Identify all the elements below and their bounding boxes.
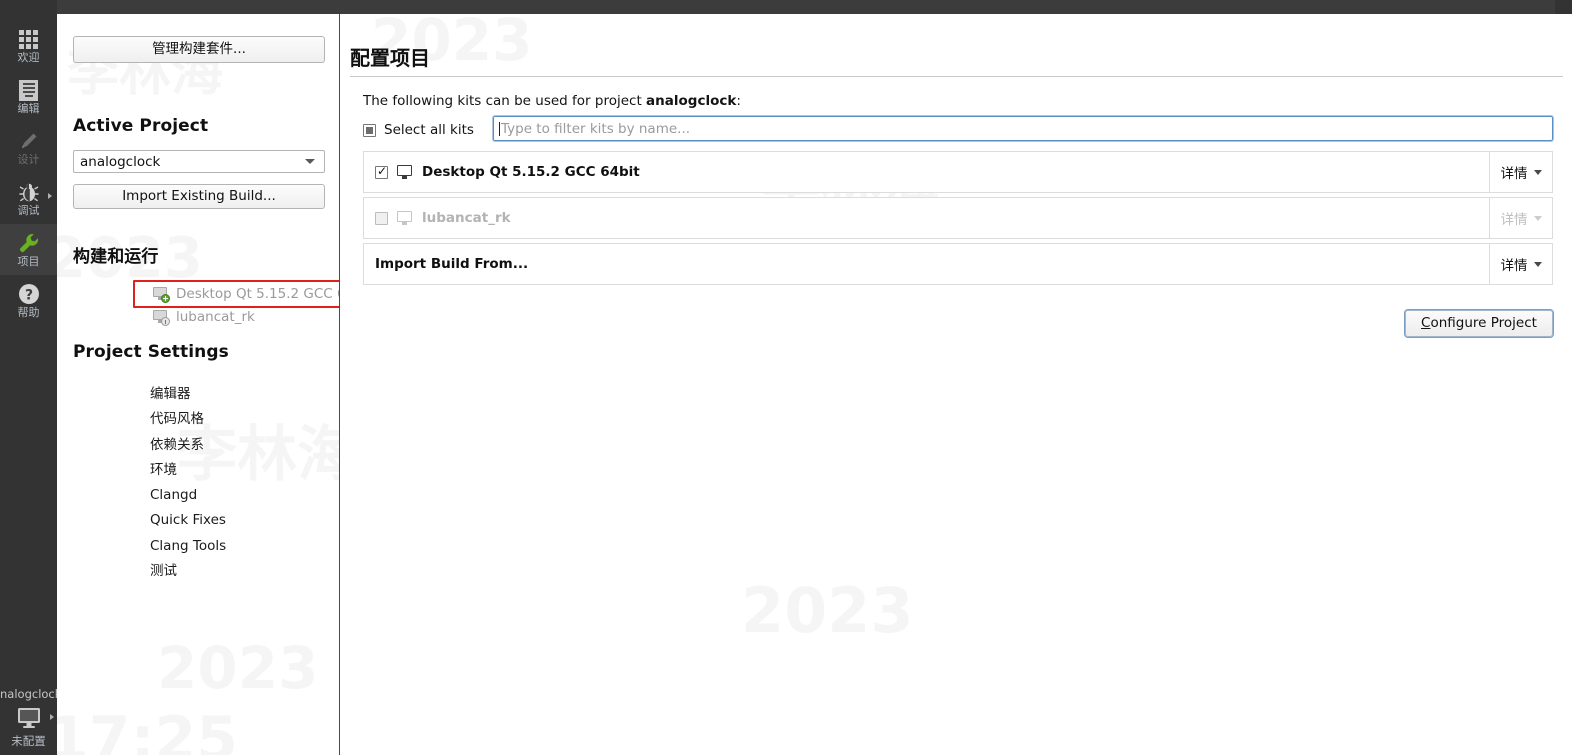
pencil-icon bbox=[18, 129, 40, 153]
desktop-warning-icon bbox=[153, 310, 170, 326]
mode-item-edit[interactable]: 编辑 bbox=[0, 71, 57, 122]
configure-project-rest: onfigure Project bbox=[1430, 315, 1537, 331]
kit-selector-project: nalogclock bbox=[0, 687, 57, 701]
kit-row-desktop[interactable]: Desktop Qt 5.15.2 GCC 64bit 详情 bbox=[363, 151, 1553, 193]
mode-label-welcome: 欢迎 bbox=[17, 51, 40, 64]
settings-item-code-style[interactable]: 代码风格 bbox=[150, 407, 226, 432]
bug-icon bbox=[17, 180, 41, 204]
kit-list: Desktop Qt 5.15.2 GCC 64bit 详情 lubancat_… bbox=[363, 151, 1553, 289]
import-existing-build-button[interactable]: Import Existing Build... bbox=[73, 184, 325, 209]
mode-item-debug[interactable]: 调试 bbox=[0, 173, 57, 224]
kit-selector-status: 未配置 bbox=[11, 734, 46, 748]
sidebar-kit-lubancat[interactable]: lubancat_rk bbox=[153, 309, 255, 326]
watermark-time: 17:25 bbox=[57, 704, 238, 755]
select-all-kits-row[interactable]: Select all kits bbox=[363, 119, 474, 141]
monitor-icon bbox=[397, 164, 414, 180]
qt-creator-window: 欢迎 编辑 设计 调试 项目 ? 帮助 nalogclock 未配置 管理构建套… bbox=[0, 0, 1572, 755]
mode-label-debug: 调试 bbox=[17, 204, 40, 217]
text-cursor bbox=[499, 121, 500, 136]
mode-label-design: 设计 bbox=[17, 153, 40, 166]
kit-checkbox-desktop[interactable] bbox=[375, 164, 388, 179]
kit-details-label: 详情 bbox=[1500, 212, 1528, 228]
mode-label-projects: 项目 bbox=[17, 255, 40, 268]
project-settings-list: 编辑器 代码风格 依赖关系 环境 Clangd Quick Fixes Clan… bbox=[150, 382, 226, 584]
project-settings-panel: 李林海 2023 李林海 2023 17:25 管理构建套件... Active… bbox=[57, 14, 340, 755]
wrench-icon bbox=[17, 231, 41, 255]
top-strip-left bbox=[0, 0, 57, 14]
chevron-down-icon bbox=[1533, 169, 1542, 175]
subtitle: The following kits can be used for proje… bbox=[363, 93, 741, 109]
kit-row-lubancat: lubancat_rk 详情 bbox=[363, 197, 1553, 239]
subtitle-suffix: : bbox=[736, 93, 741, 109]
title-divider bbox=[350, 76, 1563, 77]
watermark-year-2: 2023 bbox=[157, 634, 318, 702]
chevron-right-icon[interactable] bbox=[48, 193, 52, 199]
mode-item-projects[interactable]: 项目 bbox=[0, 224, 57, 275]
mode-item-help[interactable]: ? 帮助 bbox=[0, 275, 57, 326]
chevron-right-icon[interactable] bbox=[50, 714, 54, 720]
page-title: 配置项目 bbox=[350, 46, 430, 70]
chevron-down-icon bbox=[1533, 261, 1542, 267]
mode-item-design: 设计 bbox=[0, 122, 57, 173]
project-settings-heading: Project Settings bbox=[73, 342, 229, 362]
desktop-add-icon bbox=[153, 287, 170, 303]
kit-row-content: Desktop Qt 5.15.2 GCC 64bit bbox=[364, 152, 1489, 192]
mode-item-welcome[interactable]: 欢迎 bbox=[0, 20, 57, 71]
sidebar-kit-label: lubancat_rk bbox=[176, 309, 255, 325]
configure-project-panel: 2023 李林海 2023 配置项目 The following kits ca… bbox=[341, 14, 1572, 755]
kit-selector[interactable]: nalogclock 未配置 bbox=[0, 687, 57, 749]
monitor-icon bbox=[397, 210, 414, 226]
mode-label-edit: 编辑 bbox=[17, 102, 40, 115]
kit-row-content: lubancat_rk bbox=[364, 198, 1489, 238]
kit-checkbox-lubancat bbox=[375, 211, 388, 225]
settings-item-quick-fixes[interactable]: Quick Fixes bbox=[150, 508, 226, 533]
kit-details-label: 详情 bbox=[1500, 166, 1528, 182]
chevron-down-icon bbox=[1533, 215, 1542, 221]
settings-item-environment[interactable]: 环境 bbox=[150, 458, 226, 483]
active-project-value: analogclock bbox=[80, 153, 161, 170]
watermark-year-4: 2023 bbox=[741, 574, 914, 647]
chevron-down-icon bbox=[305, 159, 315, 164]
subtitle-prefix: The following kits can be used for proje… bbox=[363, 93, 647, 109]
kit-row-label: lubancat_rk bbox=[422, 210, 511, 226]
kit-details-button-import[interactable]: 详情 bbox=[1489, 244, 1552, 284]
kit-details-button-lubancat: 详情 bbox=[1489, 198, 1552, 238]
active-project-combobox[interactable]: analogclock bbox=[73, 150, 325, 173]
settings-item-clangd[interactable]: Clangd bbox=[150, 483, 226, 508]
grid-icon bbox=[19, 27, 38, 51]
kit-filter-placeholder: Type to filter kits by name... bbox=[501, 120, 691, 137]
manage-kits-button[interactable]: 管理构建套件... bbox=[73, 36, 325, 63]
kit-filter-input[interactable]: Type to filter kits by name... bbox=[492, 115, 1554, 142]
configure-project-button[interactable]: Configure Project bbox=[1404, 309, 1554, 338]
settings-item-tests[interactable]: 测试 bbox=[150, 559, 226, 584]
monitor-icon bbox=[0, 706, 57, 730]
select-all-kits-label: Select all kits bbox=[384, 122, 474, 138]
top-strip bbox=[0, 0, 1572, 14]
select-all-kits-checkbox[interactable] bbox=[363, 123, 376, 137]
kit-row-label: Desktop Qt 5.15.2 GCC 64bit bbox=[422, 164, 640, 180]
active-project-heading: Active Project bbox=[73, 116, 209, 136]
subtitle-project-name: analogclock bbox=[646, 93, 737, 109]
kit-details-button-desktop[interactable]: 详情 bbox=[1489, 152, 1552, 192]
mode-label-help: 帮助 bbox=[17, 306, 40, 319]
sidebar-kit-label: Desktop Qt 5.15.2 GCC 64bit bbox=[176, 286, 339, 302]
kit-row-content: Import Build From... bbox=[364, 244, 1489, 284]
svg-text:?: ? bbox=[24, 288, 32, 304]
build-and-run-heading: 构建和运行 bbox=[73, 247, 159, 267]
document-icon bbox=[19, 78, 38, 102]
question-icon: ? bbox=[17, 282, 41, 306]
settings-item-clang-tools[interactable]: Clang Tools bbox=[150, 534, 226, 559]
kit-row-label: Import Build From... bbox=[375, 256, 529, 272]
mode-selector-bar: 欢迎 编辑 设计 调试 项目 ? 帮助 nalogclock 未配置 bbox=[0, 14, 57, 755]
settings-item-dependencies[interactable]: 依赖关系 bbox=[150, 433, 226, 458]
kit-row-import-build[interactable]: Import Build From... 详情 bbox=[363, 243, 1553, 285]
top-strip-right bbox=[1555, 0, 1572, 14]
settings-item-editor[interactable]: 编辑器 bbox=[150, 382, 226, 407]
kit-details-label: 详情 bbox=[1500, 258, 1528, 274]
sidebar-kit-desktop[interactable]: Desktop Qt 5.15.2 GCC 64bit bbox=[153, 286, 339, 303]
